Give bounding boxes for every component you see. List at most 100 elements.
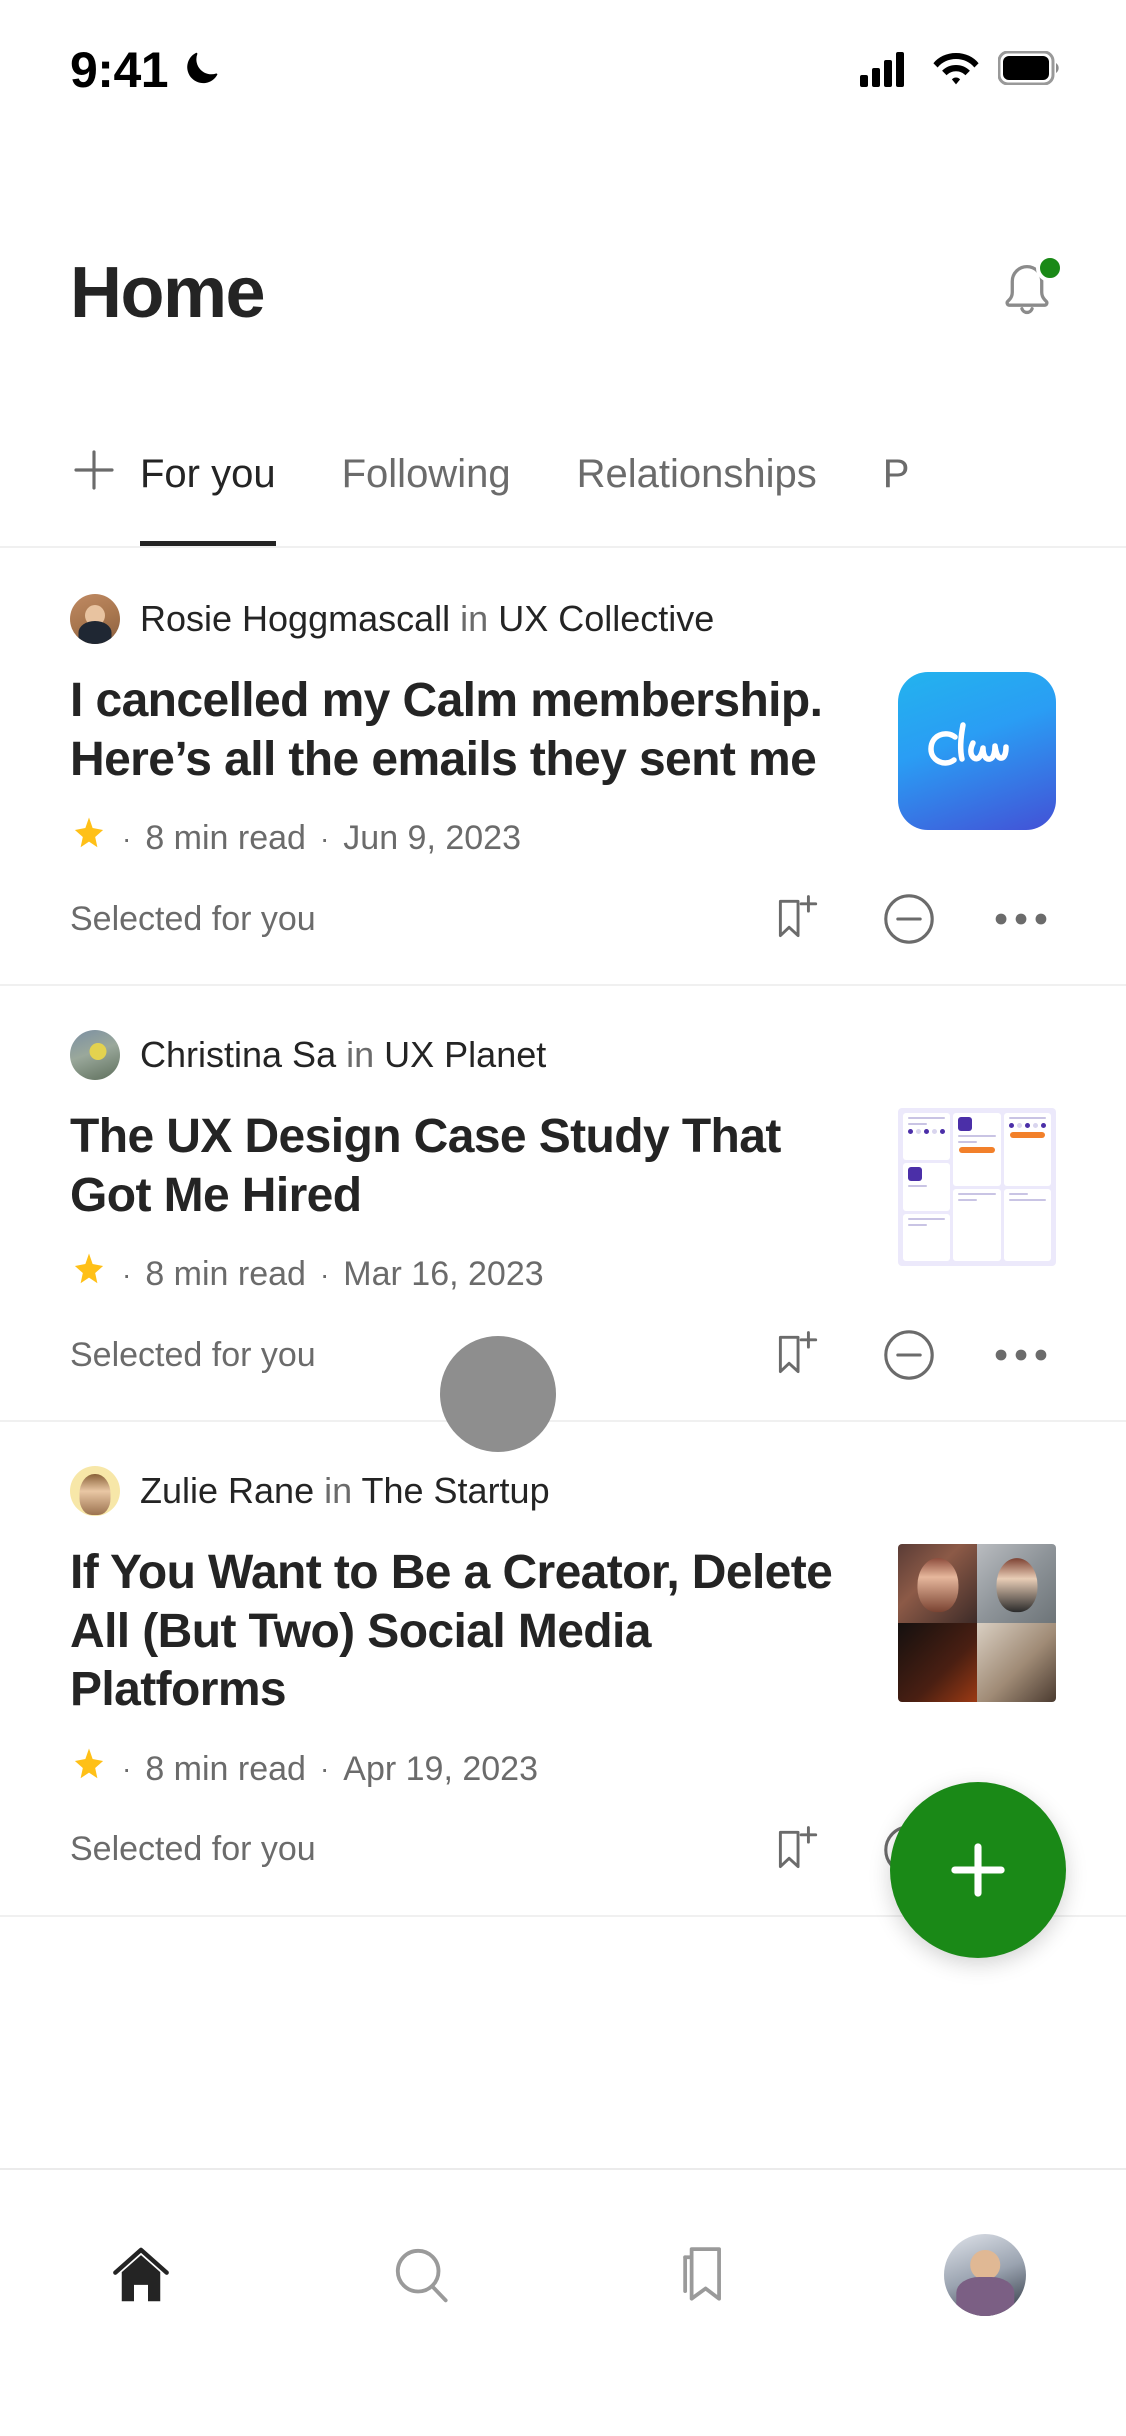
meta-separator: · <box>122 822 132 854</box>
article-text-block: The UX Design Case Study That Got Me Hir… <box>70 1108 870 1298</box>
author-avatar[interactable] <box>70 1466 120 1517</box>
bookmark-add-icon <box>778 895 818 938</box>
read-time: 8 min read <box>145 1749 306 1788</box>
article-title[interactable]: The UX Design Case Study That Got Me Hir… <box>70 1108 870 1225</box>
publish-date: Apr 19, 2023 <box>343 1749 538 1788</box>
article-body: If You Want to Be a Creator, Delete All … <box>70 1544 1056 1793</box>
article-title[interactable]: I cancelled my Calm membership. Here’s a… <box>70 672 870 789</box>
new-story-fab[interactable] <box>890 1782 1066 1958</box>
article-actions <box>766 888 1056 950</box>
article-thumbnail[interactable] <box>898 1108 1056 1267</box>
byline-text: Christina Sa in UX Planet <box>140 1037 546 1073</box>
publish-date: Jun 9, 2023 <box>343 819 521 858</box>
circle-minus-icon <box>884 894 934 944</box>
nav-item-library[interactable] <box>644 2220 764 2330</box>
nav-item-search[interactable] <box>362 2220 482 2330</box>
more-options-button[interactable] <box>990 888 1052 950</box>
article-byline[interactable]: Zulie Rane in The Startup <box>70 1466 1056 1517</box>
byline-text: Rosie Hoggmascall in UX Collective <box>140 601 714 637</box>
meta-separator: · <box>319 822 330 854</box>
article-card[interactable]: Rosie Hoggmascall in UX Collective I can… <box>0 550 1126 987</box>
author-name: Christina Sa <box>140 1034 337 1076</box>
status-bar-left: 9:41 <box>70 45 222 95</box>
app-screen: 9:41 Home For you Following Relationship… <box>0 0 1126 2436</box>
battery-full-icon <box>997 50 1060 90</box>
publish-date: Mar 16, 2023 <box>343 1255 544 1294</box>
meta-separator: · <box>122 1753 132 1785</box>
star-icon <box>70 815 108 862</box>
article-thumbnail[interactable] <box>898 672 1056 830</box>
article-text-block: If You Want to Be a Creator, Delete All … <box>70 1544 870 1793</box>
article-meta: · 8 min read · Jun 9, 2023 <box>70 815 870 862</box>
ai-portrait-grid <box>898 1544 1056 1703</box>
byline-in: in <box>324 1470 353 1512</box>
bookmark-icon <box>683 2247 721 2301</box>
byline-in: in <box>346 1034 375 1076</box>
author-avatar[interactable] <box>70 1030 120 1081</box>
search-icon <box>396 2248 448 2303</box>
calm-app-icon <box>898 672 1056 830</box>
recommendation-reason: Selected for you <box>70 1335 316 1374</box>
bookmark-add-icon <box>778 1331 818 1374</box>
bottom-navigation <box>0 2168 1126 2436</box>
article-byline[interactable]: Christina Sa in UX Planet <box>70 1030 1056 1081</box>
tab-partial[interactable]: P <box>883 430 910 546</box>
more-options-button[interactable] <box>990 1324 1052 1386</box>
bookmark-add-button[interactable] <box>766 1819 828 1881</box>
tab-relationships[interactable]: Relationships <box>577 430 817 546</box>
nav-item-profile[interactable] <box>925 2220 1045 2330</box>
article-footer: Selected for you <box>70 1324 1056 1386</box>
article-body: I cancelled my Calm membership. Here’s a… <box>70 672 1056 862</box>
publication-name: UX Collective <box>498 598 715 639</box>
recommendation-reason: Selected for you <box>70 1830 316 1869</box>
nav-item-home[interactable] <box>81 2220 201 2330</box>
read-time: 8 min read <box>145 819 306 858</box>
article-byline[interactable]: Rosie Hoggmascall in UX Collective <box>70 594 1056 644</box>
cellular-signal-icon <box>860 49 914 92</box>
status-bar-right <box>860 49 1060 92</box>
notifications-button[interactable] <box>990 254 1064 330</box>
author-name: Zulie Rane <box>140 1470 315 1512</box>
publication-name: UX Planet <box>384 1034 547 1076</box>
notification-badge <box>1036 254 1064 282</box>
article-meta: · 8 min read · Apr 19, 2023 <box>70 1746 870 1793</box>
meta-separator: · <box>319 1753 330 1785</box>
meta-separator: · <box>319 1258 330 1290</box>
avatar[interactable] <box>944 2234 1027 2316</box>
ux-case-study-mockup <box>898 1108 1056 1267</box>
star-icon <box>70 1251 108 1298</box>
article-title[interactable]: If You Want to Be a Creator, Delete All … <box>70 1544 870 1720</box>
star-icon <box>70 1746 108 1793</box>
home-icon <box>112 2247 169 2302</box>
tab-following[interactable]: Following <box>342 430 511 546</box>
byline-text: Zulie Rane in The Startup <box>140 1473 550 1509</box>
bookmark-add-icon <box>778 1825 818 1868</box>
recommendation-reason: Selected for you <box>70 899 316 938</box>
bookmark-add-button[interactable] <box>766 888 828 950</box>
meta-separator: · <box>122 1258 132 1290</box>
bookmark-add-button[interactable] <box>766 1324 828 1386</box>
moon-icon <box>182 48 222 93</box>
publication-name: The Startup <box>361 1470 550 1512</box>
article-meta: · 8 min read · Mar 16, 2023 <box>70 1251 870 1298</box>
touch-indicator <box>440 1336 556 1452</box>
article-thumbnail[interactable] <box>898 1544 1056 1703</box>
page-title: Home <box>70 253 266 333</box>
byline-in: in <box>460 598 489 639</box>
article-text-block: I cancelled my Calm membership. Here’s a… <box>70 672 870 862</box>
article-body: The UX Design Case Study That Got Me Hir… <box>70 1108 1056 1298</box>
wifi-icon <box>932 49 980 92</box>
more-horizontal-icon <box>995 913 1047 925</box>
tab-for-you[interactable]: For you <box>140 430 276 546</box>
article-feed: Rosie Hoggmascall in UX Collective I can… <box>0 550 1126 1917</box>
read-time: 8 min read <box>145 1255 306 1294</box>
page-header: Home <box>0 228 1126 358</box>
article-actions <box>766 1324 1056 1386</box>
show-less-button[interactable] <box>878 1324 940 1386</box>
author-avatar[interactable] <box>70 594 120 644</box>
article-card[interactable]: Christina Sa in UX Planet The UX Design … <box>0 986 1126 1423</box>
plus-icon <box>74 450 114 490</box>
circle-minus-icon <box>884 1330 934 1380</box>
add-topic-button[interactable] <box>48 430 140 510</box>
show-less-button[interactable] <box>878 888 940 950</box>
